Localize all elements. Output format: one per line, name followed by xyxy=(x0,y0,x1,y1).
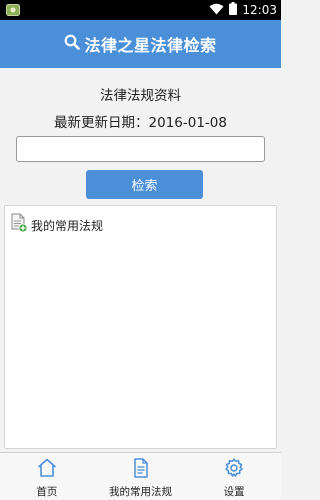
status-icons: 12:03 xyxy=(209,2,277,18)
home-icon xyxy=(36,457,58,479)
app-bar: 法律之星法律检索 xyxy=(0,20,281,68)
gear-icon xyxy=(223,457,245,479)
favorites-panel: 我的常用法规 xyxy=(4,205,277,449)
status-time: 12:03 xyxy=(242,3,277,17)
search-icon xyxy=(64,34,81,54)
search-input[interactable] xyxy=(16,136,265,162)
nav-settings[interactable]: 设置 xyxy=(187,453,281,500)
document-icon xyxy=(130,457,152,479)
nav-settings-label: 设置 xyxy=(223,486,245,498)
database-title: 法律法规资料 xyxy=(100,88,181,104)
nav-my-regulations[interactable]: 我的常用法规 xyxy=(94,453,188,500)
nav-home-label: 首页 xyxy=(36,486,58,498)
status-bar: 12:03 xyxy=(0,0,281,20)
last-updated-date: 最新更新日期：2016-01-08 xyxy=(54,115,227,131)
favorites-document-icon xyxy=(10,213,28,237)
battery-icon xyxy=(229,2,238,18)
nav-home[interactable]: 首页 xyxy=(0,453,94,500)
wifi-icon xyxy=(209,3,224,18)
notification-icon xyxy=(6,4,20,16)
app-title: 法律之星法律检索 xyxy=(84,36,217,55)
favorites-item-label: 我的常用法规 xyxy=(31,218,104,233)
nav-my-regulations-label: 我的常用法规 xyxy=(109,486,172,498)
favorites-item[interactable]: 我的常用法规 xyxy=(10,213,103,237)
search-button[interactable]: 检索 xyxy=(86,170,203,199)
bottom-nav: 首页 我的常用法规 设置 xyxy=(0,452,281,500)
